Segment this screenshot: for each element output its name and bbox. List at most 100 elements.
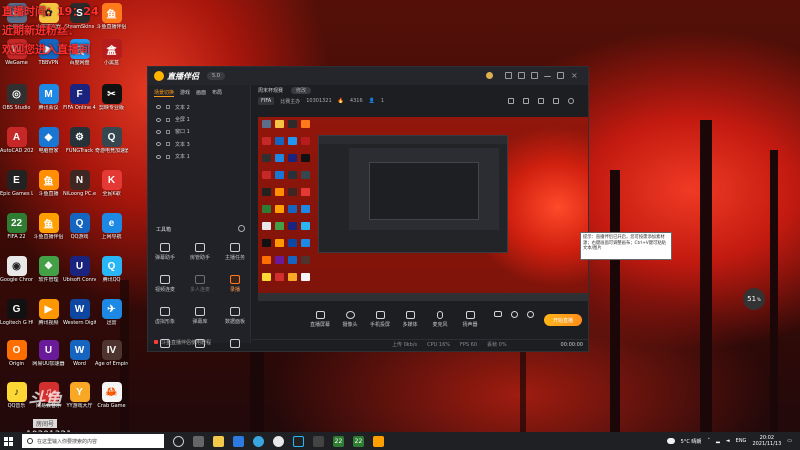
microphone-button[interactable]: 麦克风 [428, 311, 452, 328]
eye-icon[interactable] [156, 154, 161, 159]
desktop-icon[interactable]: EEpic Games Launcher [0, 170, 33, 197]
speaker-button[interactable]: 扬声器 [458, 311, 482, 328]
desktop-icon[interactable]: Y YY游戏大厅 [63, 382, 96, 409]
lock-icon[interactable] [166, 129, 170, 134]
performance-bubble[interactable]: 51% [743, 288, 765, 310]
fifa22-taskbar-icon[interactable]: 22 [333, 435, 344, 447]
eye-icon[interactable] [156, 129, 161, 134]
tool-danmaku-library[interactable]: 弹幕库 [186, 307, 214, 325]
edit-scene-button[interactable]: 修改 [291, 86, 312, 94]
settings-button[interactable] [508, 311, 520, 318]
tool-data-panel[interactable]: 数据面板 [221, 307, 249, 325]
clock[interactable]: 20:02 2021/11/13 [752, 435, 781, 447]
scene-item[interactable]: 文本 1 [148, 151, 250, 163]
version-badge[interactable]: 5.0 [207, 72, 225, 80]
desktop-icon[interactable]: ◎ OBS Studio [0, 84, 33, 111]
scene-item[interactable]: 窗口 1 [148, 126, 250, 138]
desktop-icon[interactable]: IVAge of Empires IV [95, 340, 128, 367]
desktop-icon[interactable]: W Word [63, 340, 96, 367]
screen-capture-button[interactable]: 直播屏幕 [308, 311, 332, 328]
desktop-icon[interactable]: 22 FIFA 22 [0, 213, 33, 240]
close-icon[interactable]: × [571, 72, 578, 80]
desktop-icon[interactable]: GLogitech G HUB [0, 299, 33, 326]
lock-icon[interactable] [166, 105, 170, 110]
collapse-icon[interactable] [238, 225, 245, 232]
desktop-icon[interactable]: ✂ 剪映专业版 [95, 84, 128, 111]
tool-room-admin[interactable]: 房管助手 [186, 243, 214, 261]
app-taskbar-icon[interactable] [313, 435, 324, 447]
desktop-icon[interactable]: 鱼斗鱼直播伴侣 [32, 213, 65, 240]
widgets-icon[interactable] [193, 435, 204, 447]
phone-cast-button[interactable]: 手机投屏 [368, 311, 392, 328]
desktop-icon[interactable]: ⚙ FUNGTrack [63, 127, 96, 154]
scene-item[interactable]: 全屏 1 [148, 113, 250, 125]
task-view-icon[interactable] [173, 435, 184, 447]
eye-icon[interactable] [156, 117, 161, 122]
language-indicator[interactable]: ENG [736, 438, 747, 444]
desktop-icon[interactable]: O Origin [0, 340, 33, 367]
desktop-icon[interactable]: ▶ 腾讯视频 [32, 299, 65, 326]
portrait-icon[interactable] [523, 98, 529, 104]
douyu-taskbar-icon[interactable] [373, 435, 384, 447]
store-icon[interactable] [233, 435, 244, 447]
settings-icon[interactable] [553, 98, 559, 104]
settings-icon[interactable] [531, 72, 538, 79]
desktop-icon[interactable]: U 网易UU加速器 [32, 340, 65, 367]
desktop-icon[interactable]: 鱼斗鱼直播 [32, 170, 65, 197]
category-tag[interactable]: FIFA [258, 97, 275, 105]
desktop-icon[interactable]: Q 腾讯QQ [95, 256, 128, 283]
desktop-icon[interactable]: Q 奇游电竞加速器 [95, 127, 128, 154]
desktop-icon[interactable]: M 腾讯会议 [32, 84, 65, 111]
stream-preview[interactable] [258, 117, 588, 301]
desktop-icon[interactable]: ◉Google Chrome [0, 256, 33, 283]
desktop-icon[interactable]: AAutoCAD 2020 [0, 127, 33, 154]
desktop-icon[interactable]: e 上网导航 [95, 213, 128, 240]
lock-icon[interactable] [166, 142, 170, 147]
chrome-icon[interactable] [273, 435, 284, 447]
desktop-icon[interactable]: K 全民K歌 [95, 170, 128, 197]
tool-danmaku-helper[interactable]: 弹幕助手 [151, 243, 179, 261]
obs-taskbar-icon[interactable] [293, 435, 304, 447]
desktop-icon[interactable]: 盒小黑盒 [95, 39, 128, 66]
grid-icon[interactable] [538, 98, 544, 104]
lock-icon[interactable] [166, 117, 170, 122]
eye-icon[interactable] [156, 105, 161, 110]
tab-layout[interactable]: 布局 [212, 89, 222, 97]
desktop-icon[interactable]: ❖ 软件管理 [32, 256, 65, 283]
taskbar-search[interactable]: 在这里输入你要搜索的内容 [22, 434, 164, 448]
tool-video-link[interactable]: 视频连麦 [151, 275, 179, 293]
tab-screen[interactable]: 画面 [196, 89, 206, 97]
tab-game[interactable]: 游戏 [180, 89, 190, 97]
record-button[interactable] [492, 311, 504, 317]
tool-avatar[interactable]: 虚拟形象 [151, 307, 179, 325]
desktop-icon[interactable]: Q QQ游戏 [63, 213, 96, 240]
skin-icon[interactable] [518, 72, 525, 79]
desktop-icon[interactable]: 🦀 Crab Game [95, 382, 128, 409]
share-icon[interactable] [568, 98, 574, 104]
desktop-icon[interactable]: F FIFA Online 4 [63, 84, 96, 111]
desktop-icon[interactable]: NNiLoong PC.exe [63, 170, 96, 197]
fifa22-taskbar-icon[interactable]: 22 [353, 435, 364, 447]
network-icon[interactable]: ▂ [716, 438, 720, 444]
scene-item[interactable]: 文本 2 [148, 101, 250, 113]
gift-settings-button[interactable] [524, 311, 536, 318]
minimize-icon[interactable] [544, 72, 551, 77]
tool-anchor-task[interactable]: 主播任务 [221, 243, 249, 261]
tool-recording[interactable]: 录播 [221, 275, 249, 293]
maximize-icon[interactable] [557, 72, 564, 79]
desktop-icon[interactable]: ◆ 电脑管家 [32, 127, 65, 154]
message-icon[interactable] [505, 72, 512, 79]
camera-button[interactable]: 摄像头 [338, 311, 362, 328]
tab-scene-switch[interactable]: 场景切换 [154, 89, 175, 97]
tray-arrow-icon[interactable]: ˄ [707, 438, 710, 444]
lock-icon[interactable] [166, 154, 170, 159]
weather-text[interactable]: 5°C 晴朗 [681, 438, 702, 445]
desktop-icon[interactable]: 鱼斗鱼直播伴侣 [95, 3, 128, 30]
volume-icon[interactable]: ◄ [726, 438, 730, 444]
notification-icon[interactable]: ▭ [787, 438, 792, 444]
tool-multi-link[interactable]: 多人连麦 [186, 275, 214, 293]
desktop-icon[interactable]: WWestern Digital [63, 299, 96, 326]
tutorial-banner[interactable]: 斗鱼直播伴侣使用教程 [148, 337, 251, 347]
desktop-icon[interactable]: UUbisoft Connect [63, 256, 96, 283]
start-button[interactable] [0, 432, 16, 450]
